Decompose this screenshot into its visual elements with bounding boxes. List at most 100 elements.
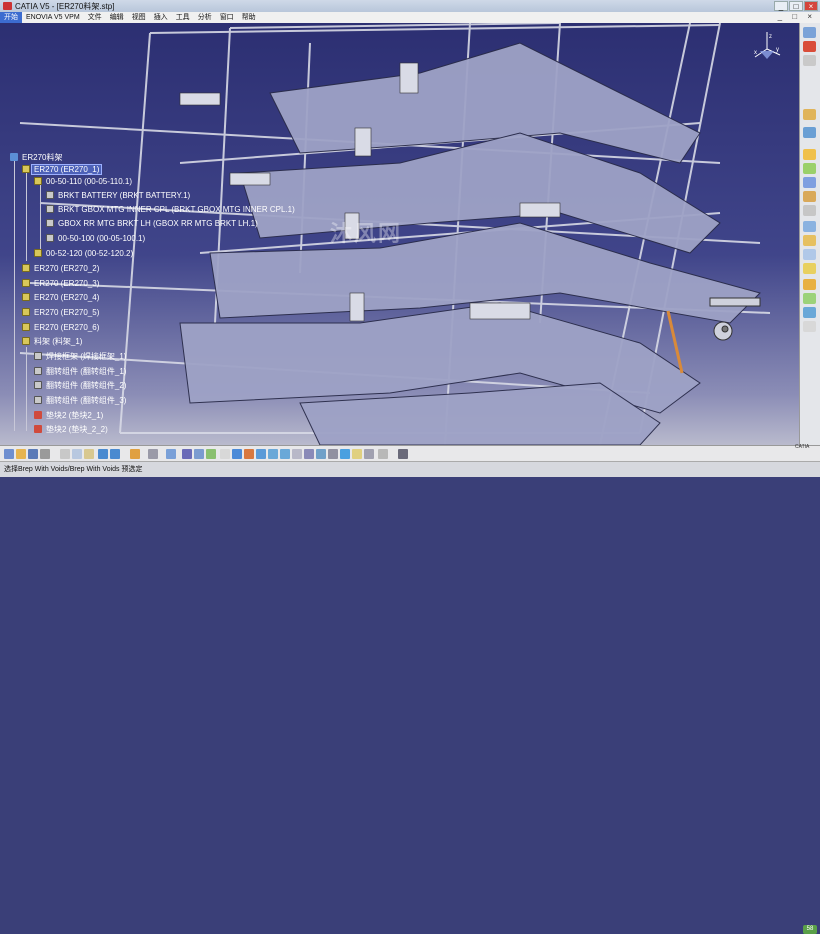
tree-item[interactable]: 垫块2 (垫块2_1) xyxy=(34,409,105,421)
tree-item[interactable]: ER270 (ER270_1) xyxy=(22,163,103,175)
knowledge-icon[interactable] xyxy=(182,449,192,459)
toolbar-button[interactable] xyxy=(803,321,816,332)
toolbar-button[interactable] xyxy=(803,127,816,138)
toolbar-button[interactable] xyxy=(803,263,816,274)
help-icon[interactable] xyxy=(130,449,140,459)
close-button[interactable]: × xyxy=(804,1,818,11)
new-icon[interactable] xyxy=(4,449,14,459)
sketch-icon[interactable] xyxy=(206,449,216,459)
toolbar-button[interactable] xyxy=(803,41,816,52)
tree-item[interactable]: 00-50-100 (00-05-100.1) xyxy=(46,232,147,244)
tree-item[interactable]: 00-52-120 (00-52-120.2) xyxy=(34,247,135,259)
save-icon[interactable] xyxy=(28,449,38,459)
toolbar-button[interactable] xyxy=(803,249,816,260)
measure-icon[interactable] xyxy=(398,449,408,459)
product-icon xyxy=(22,279,30,287)
tree-item[interactable]: 焊接框架 (焊接框架_1) xyxy=(34,350,128,362)
formula-icon[interactable] xyxy=(148,449,158,459)
hide-show-icon[interactable] xyxy=(352,449,362,459)
tree-item[interactable]: 00-50-110 (00-05-110.1) xyxy=(34,175,134,187)
document-window-controls[interactable]: _ □ × xyxy=(778,12,816,21)
maximize-button[interactable]: □ xyxy=(789,1,803,11)
product-root-icon xyxy=(10,153,18,161)
toolbar-button[interactable] xyxy=(803,27,816,38)
redo-icon[interactable] xyxy=(110,449,120,459)
product-icon xyxy=(22,264,30,272)
tree-item[interactable]: 翻转组件 (翻转组件_2) xyxy=(34,379,128,391)
menu-analyze[interactable]: 分析 xyxy=(194,12,216,23)
menu-view[interactable]: 视图 xyxy=(128,12,150,23)
zoom-out-icon[interactable] xyxy=(280,449,290,459)
toolbar-button[interactable] xyxy=(803,177,816,188)
toolbar-button[interactable] xyxy=(803,279,816,290)
paste-icon[interactable] xyxy=(84,449,94,459)
status-text: 选择Brep With Voids/Brep With Voids 预选定 xyxy=(4,466,143,473)
product-icon xyxy=(34,249,42,257)
tree-root[interactable]: ER270料架 xyxy=(10,151,64,163)
toolbar-button[interactable] xyxy=(803,221,816,232)
tree-item[interactable]: 料架 (料架_1) xyxy=(22,335,84,347)
tree-item[interactable]: BRKT GBOX MTG INNER CPL (BRKT GBOX MTG I… xyxy=(46,203,297,215)
menu-start[interactable]: 开始 xyxy=(0,12,22,23)
print-icon[interactable] xyxy=(40,449,50,459)
fly-icon[interactable] xyxy=(220,449,230,459)
cut-icon[interactable] xyxy=(60,449,70,459)
tree-item[interactable]: ER270 (ER270_4) xyxy=(22,291,101,303)
shading-icon[interactable] xyxy=(328,449,338,459)
menu-edit[interactable]: 编辑 xyxy=(106,12,128,23)
toolbar-button[interactable] xyxy=(803,109,816,120)
status-badge: 58 xyxy=(803,925,817,934)
toolbar-button[interactable] xyxy=(803,293,816,304)
tree-item[interactable]: ER270 (ER270_5) xyxy=(22,306,101,318)
part-icon xyxy=(34,396,42,404)
compass-x-label: x xyxy=(754,50,757,56)
product-icon xyxy=(22,165,30,173)
tree-item[interactable]: 翻转组件 (翻转组件_1) xyxy=(34,365,128,377)
product-icon xyxy=(22,337,30,345)
toolbar-button[interactable] xyxy=(803,307,816,318)
iso-view-icon[interactable] xyxy=(316,449,326,459)
zoom-in-icon[interactable] xyxy=(268,449,278,459)
toolbar-button[interactable] xyxy=(803,149,816,160)
product-icon xyxy=(22,308,30,316)
menu-enovia[interactable]: ENOVIA V5 VPM xyxy=(22,12,84,23)
toolbar-button[interactable] xyxy=(803,235,816,246)
toolbar-button[interactable] xyxy=(803,55,816,66)
3d-viewport[interactable]: ER270料架 ER270 (ER270_1) 00-50-110 (00-05… xyxy=(0,23,800,445)
normal-view-icon[interactable] xyxy=(292,449,302,459)
copy-icon[interactable] xyxy=(72,449,82,459)
fit-all-icon[interactable] xyxy=(232,449,242,459)
compass-y-label: y xyxy=(776,47,779,53)
tree-item[interactable]: GBOX RR MTG BRKT LH (GBOX RR MTG BRKT LH… xyxy=(46,217,260,229)
rotate-icon[interactable] xyxy=(256,449,266,459)
toolbar-button[interactable] xyxy=(803,205,816,216)
menu-help[interactable]: 帮助 xyxy=(238,12,260,23)
product-icon xyxy=(22,323,30,331)
open-icon[interactable] xyxy=(16,449,26,459)
pan-icon[interactable] xyxy=(244,449,254,459)
part-icon xyxy=(46,205,54,213)
menu-window[interactable]: 窗口 xyxy=(216,12,238,23)
toolbar-button[interactable] xyxy=(803,163,816,174)
menu-tools[interactable]: 工具 xyxy=(172,12,194,23)
undo-icon[interactable] xyxy=(98,449,108,459)
window-title: CATIA V5 - [ER270料架.stp] xyxy=(15,1,115,11)
toolbar-button[interactable] xyxy=(803,191,816,202)
render-style-icon[interactable] xyxy=(340,449,350,459)
product-icon xyxy=(22,293,30,301)
tree-item[interactable]: 垫块2 (垫块_2_2) xyxy=(34,423,110,435)
compass-icon[interactable]: z y x xyxy=(752,29,782,63)
swap-space-icon[interactable] xyxy=(364,449,374,459)
menu-insert[interactable]: 插入 xyxy=(150,12,172,23)
menu-file[interactable]: 文件 xyxy=(84,12,106,23)
tree-item[interactable]: BRKT BATTERY (BRKT BATTERY.1) xyxy=(46,189,192,201)
tree-item[interactable]: 翻转组件 (翻转组件_3) xyxy=(34,394,128,406)
minimize-button[interactable]: _ xyxy=(774,1,788,11)
tree-item[interactable]: ER270 (ER270_3) xyxy=(22,277,101,289)
table-icon[interactable] xyxy=(194,449,204,459)
catalog-icon[interactable] xyxy=(166,449,176,459)
apply-material-icon[interactable] xyxy=(378,449,388,459)
tree-item[interactable]: ER270 (ER270_2) xyxy=(22,262,101,274)
multi-view-icon[interactable] xyxy=(304,449,314,459)
tree-item[interactable]: ER270 (ER270_6) xyxy=(22,321,101,333)
